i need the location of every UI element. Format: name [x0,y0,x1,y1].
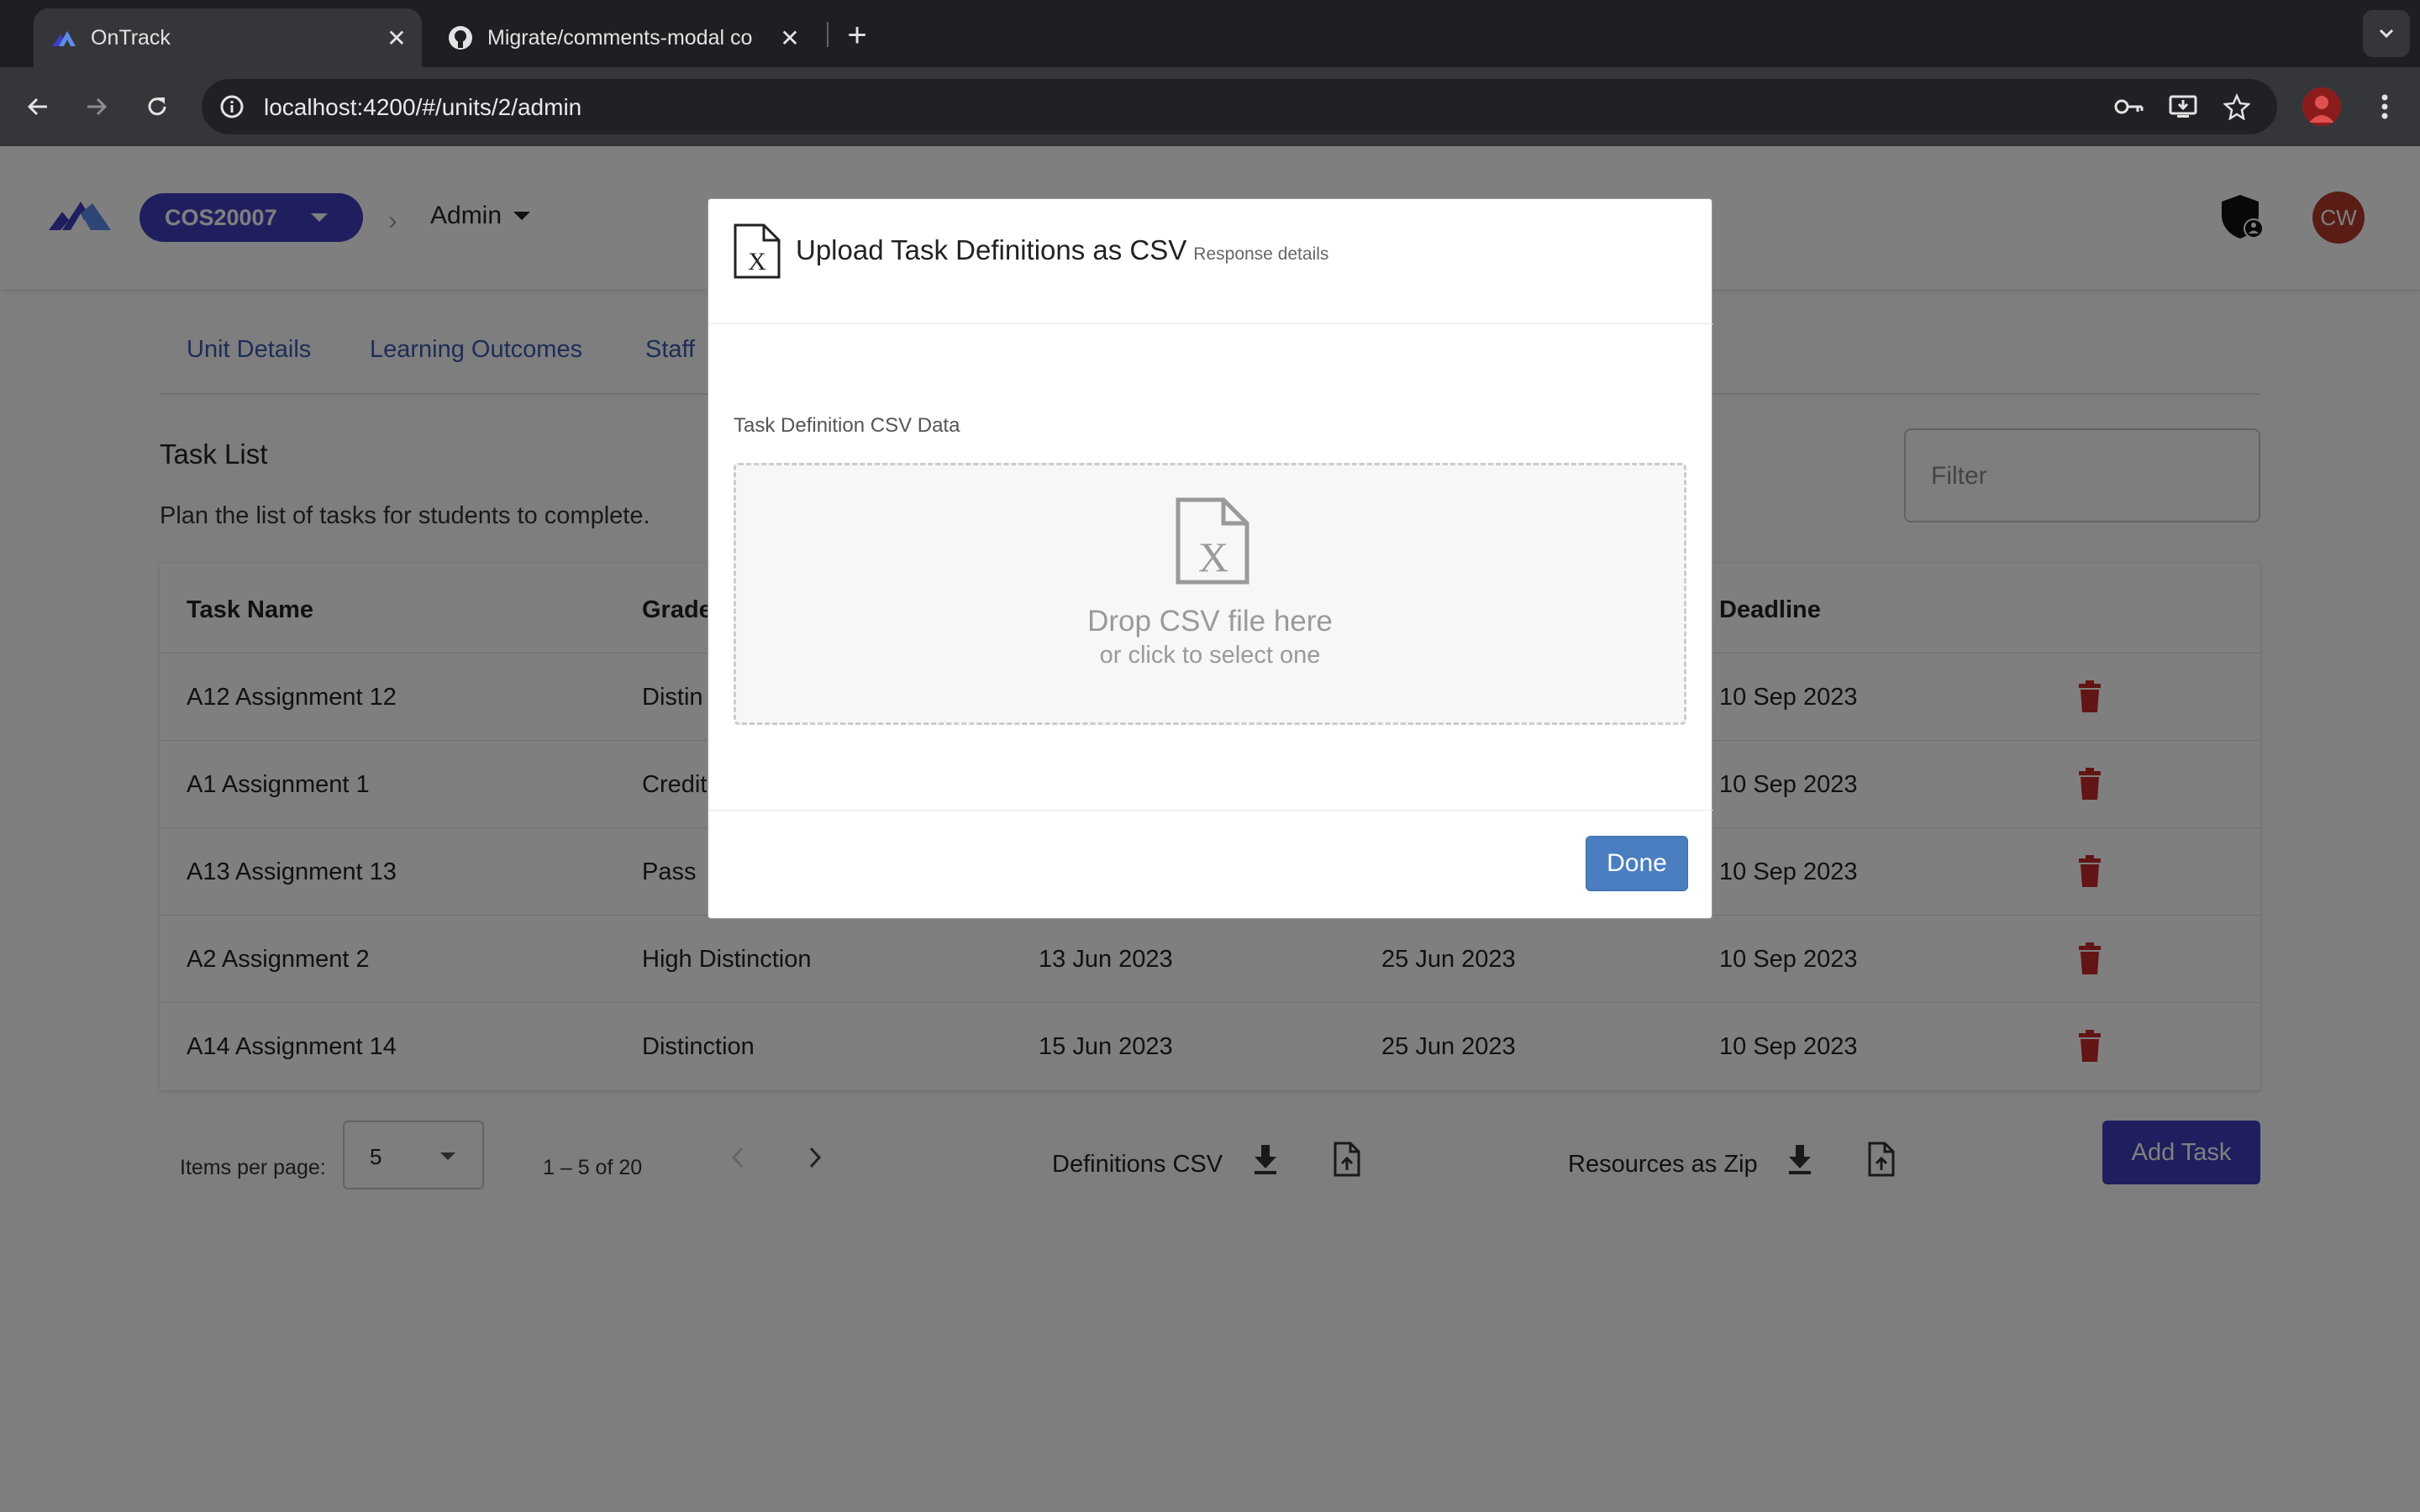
close-tab-icon[interactable]: ✕ [773,21,807,55]
back-arrow-icon[interactable] [18,87,57,126]
browser-tab-ontrack[interactable]: OnTrack ✕ [34,8,422,67]
ontrack-favicon-icon [49,23,79,53]
tab-title: Migrate/comments-modal co [487,25,753,50]
browser-tab-github[interactable]: Migrate/comments-modal co ✕ [437,8,815,67]
modal-header: X Upload Task Definitions as CSV Response… [708,199,1713,324]
url-text: localhost:4200/#/units/2/admin [264,94,582,120]
browser-profile-avatar[interactable] [2302,87,2341,126]
password-key-icon[interactable] [2111,88,2148,125]
csv-dropzone[interactable]: X Drop CSV file here or click to select … [734,463,1686,725]
modal-title-text: Upload Task Definitions as CSV [796,234,1187,265]
csv-data-label: Task Definition CSV Data [734,414,960,437]
install-app-icon[interactable] [2165,88,2202,125]
upload-csv-modal: X Upload Task Definitions as CSV Response… [708,198,1713,919]
address-bar[interactable]: localhost:4200/#/units/2/admin [202,79,2277,134]
modal-footer: Done [708,810,1713,919]
tab-search-chevron-icon[interactable] [2363,10,2410,57]
browser-menu-icon[interactable] [2368,87,2402,126]
new-tab-icon[interactable]: + [839,17,876,54]
dropzone-hint-text: or click to select one [1099,642,1321,669]
csv-file-icon: X [732,223,782,284]
tab-divider [827,22,829,47]
modal-subtitle: Response details [1193,244,1329,264]
browser-toolbar: localhost:4200/#/units/2/admin [0,67,2420,146]
site-info-icon[interactable] [213,88,250,125]
done-button[interactable]: Done [1586,836,1688,891]
svg-text:X: X [748,248,766,276]
modal-title: Upload Task Definitions as CSV Response d… [796,234,1328,266]
csv-file-icon: X [1175,497,1250,589]
dropzone-main-text: Drop CSV file here [1087,605,1333,638]
bookmark-star-icon[interactable] [2218,88,2255,125]
browser-tabstrip: OnTrack ✕ Migrate/comments-modal co ✕ + [0,0,2420,67]
reload-icon[interactable] [138,87,176,126]
tab-title: OnTrack [91,25,171,50]
svg-text:X: X [1198,533,1228,580]
forward-arrow-icon[interactable] [77,87,116,126]
close-tab-icon[interactable]: ✕ [380,21,413,55]
github-icon [445,23,476,53]
